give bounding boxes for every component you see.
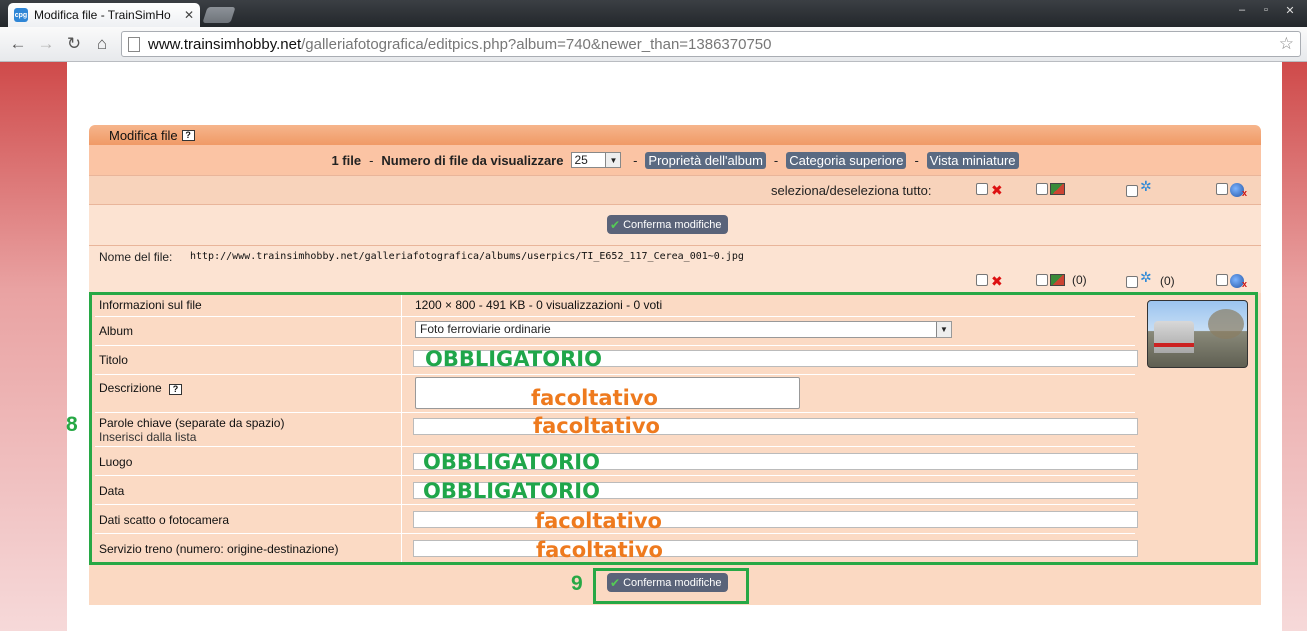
marker-8: 8	[66, 413, 78, 436]
browser-toolbar: ← → ↻ ⌂ www.trainsimhobby.net/galleriafo…	[0, 27, 1307, 62]
chevron-down-icon: ▼	[605, 153, 621, 167]
browser-tab[interactable]: cpg Modifica file - TrainSimHo ✕	[8, 3, 200, 27]
select-all-delete-checkbox[interactable]	[976, 183, 988, 195]
confirm-button-top[interactable]: ✔ Conferma modifiche	[607, 215, 728, 234]
parent-category-link[interactable]: Categoria superiore	[786, 151, 907, 169]
close-tab-icon[interactable]: ✕	[184, 8, 194, 22]
bookmark-star-icon[interactable]: ☆	[1279, 34, 1294, 54]
pagination-bar: 1 file - Numero di file da visualizzare …	[89, 145, 1261, 175]
forward-arrow-icon[interactable]: →	[32, 30, 60, 58]
per-page-select[interactable]: 25 ▼	[571, 152, 622, 168]
site-favicon-icon: cpg	[14, 8, 28, 22]
browser-tab-bar: cpg Modifica file - TrainSimHo ✕ ‒ ▫ ✕	[0, 0, 1307, 27]
file-name-row: Nome del file: http://www.trainsimhobby.…	[89, 245, 1261, 293]
file-name-value: http://www.trainsimhobby.net/galleriafot…	[190, 251, 744, 262]
delete-icon: ✖	[991, 182, 1003, 198]
url-text: www.trainsimhobby.net/galleriafotografic…	[148, 35, 772, 53]
window-controls: ‒ ▫ ✕	[1231, 2, 1301, 18]
confirm-row-top: ✔ Conferma modifiche	[89, 204, 1261, 245]
select-all-label: seleziona/deseleziona tutto:	[771, 183, 932, 198]
delete-file-checkbox[interactable]	[976, 274, 988, 286]
page-icon	[128, 36, 140, 52]
tab-title: Modifica file - TrainSimHo	[34, 8, 171, 22]
album-properties-link[interactable]: Proprietà dell'album	[645, 151, 766, 169]
file-count: 1 file	[331, 152, 362, 168]
select-all-rating-checkbox[interactable]	[1126, 185, 1138, 197]
close-window-icon[interactable]: ✕	[1279, 2, 1301, 18]
file-name-label: Nome del file:	[99, 250, 173, 264]
views-count: (0)	[1072, 273, 1087, 287]
form-highlight-box	[89, 292, 1258, 565]
reset-rating-checkbox[interactable]	[1126, 276, 1138, 288]
reset-picture-icon	[1050, 274, 1065, 286]
panel-title: Modifica file ?	[89, 125, 1261, 145]
new-tab-button[interactable]	[202, 7, 236, 23]
address-bar[interactable]: www.trainsimhobby.net/galleriafotografic…	[121, 31, 1301, 57]
reload-icon[interactable]: ↻	[60, 30, 88, 58]
delete-comments-checkbox[interactable]	[1216, 274, 1228, 286]
rating-count: (0)	[1160, 274, 1175, 288]
back-arrow-icon[interactable]: ←	[4, 30, 32, 58]
select-all-thumb-checkbox[interactable]	[1036, 183, 1048, 195]
marker-9: 9	[571, 572, 583, 595]
maximize-icon[interactable]: ▫	[1255, 2, 1277, 18]
home-icon[interactable]: ⌂	[88, 30, 116, 58]
thumbnail-view-link[interactable]: Vista miniature	[926, 151, 1019, 169]
select-all-row: seleziona/deseleziona tutto: ✖ ✲	[89, 175, 1261, 204]
per-page-label: Numero di file da visualizzare	[381, 152, 564, 168]
help-icon[interactable]: ?	[181, 129, 195, 141]
check-icon: ✔	[610, 217, 621, 232]
globe-icon	[1230, 183, 1247, 200]
reset-views-checkbox[interactable]	[1036, 274, 1048, 286]
delete-icon: ✖	[991, 273, 1003, 289]
select-all-comments-checkbox[interactable]	[1216, 183, 1228, 195]
minimize-icon[interactable]: ‒	[1231, 2, 1253, 18]
globe-icon	[1230, 274, 1247, 291]
confirm-highlight-box	[593, 568, 749, 604]
reset-picture-icon	[1050, 183, 1065, 195]
